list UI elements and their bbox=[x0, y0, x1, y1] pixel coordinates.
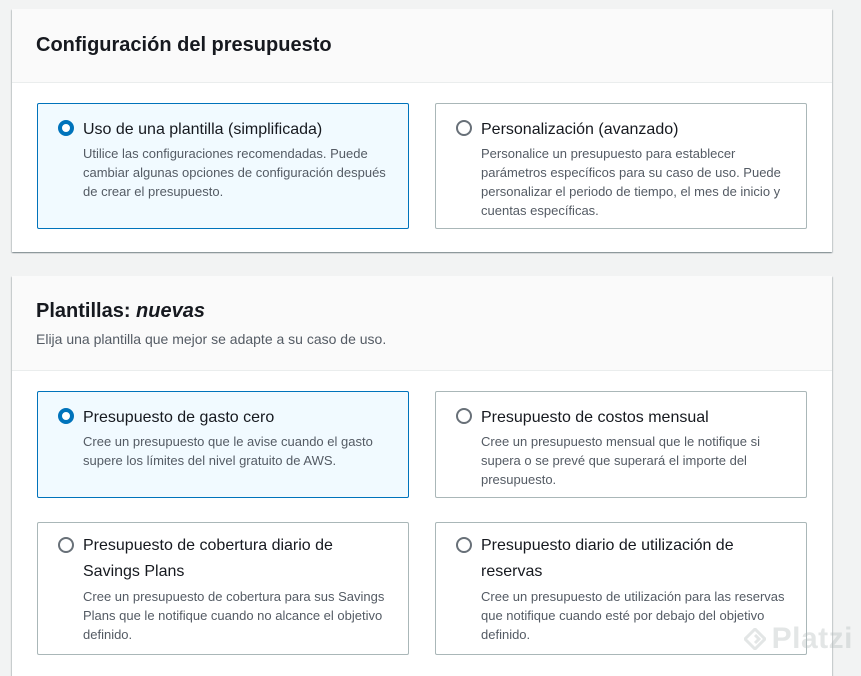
savings-plans-radio[interactable] bbox=[58, 537, 74, 553]
template-radio-selected[interactable] bbox=[58, 120, 74, 136]
template-reservations-title: Presupuesto diario de utilización de res… bbox=[481, 537, 734, 580]
templates-title-emphasis: nuevas bbox=[136, 300, 205, 322]
option-template-tile[interactable]: Uso de una plantilla (simplificada) Util… bbox=[37, 103, 409, 229]
template-zero-spend-description: Cree un presupuesto que le avise cuando … bbox=[83, 434, 373, 468]
reservations-radio[interactable] bbox=[456, 537, 472, 553]
template-monthly-cost-tile[interactable]: Presupuesto de costos mensual Cree un pr… bbox=[435, 391, 807, 498]
template-monthly-cost-description: Cree un presupuesto mensual que le notif… bbox=[481, 434, 760, 487]
option-template-title: Uso de una plantilla (simplificada) bbox=[83, 121, 323, 138]
option-custom-description: Personalice un presupuesto para establec… bbox=[481, 146, 781, 218]
monthly-cost-radio[interactable] bbox=[456, 408, 472, 424]
option-custom-tile[interactable]: Personalización (avanzado) Personalice u… bbox=[435, 103, 807, 229]
templates-title: Plantillas: nuevas bbox=[36, 298, 808, 324]
template-savings-plans-tile[interactable]: Presupuesto de cobertura diario de Savin… bbox=[37, 522, 409, 655]
option-custom-title: Personalización (avanzado) bbox=[481, 121, 679, 138]
template-savings-plans-description: Cree un presupuesto de cobertura para su… bbox=[83, 589, 385, 642]
template-savings-plans-title: Presupuesto de cobertura diario de Savin… bbox=[83, 537, 333, 580]
template-zero-spend-title: Presupuesto de gasto cero bbox=[83, 409, 275, 426]
templates-panel: Plantillas: nuevas Elija una plantilla q… bbox=[12, 276, 832, 676]
templates-description: Elija una plantilla que mejor se adapte … bbox=[36, 331, 387, 347]
platzi-logo-icon bbox=[742, 626, 767, 652]
template-zero-spend-tile[interactable]: Presupuesto de gasto cero Cree un presup… bbox=[37, 391, 409, 498]
budget-setup-header: Configuración del presupuesto bbox=[12, 9, 832, 83]
templates-title-text: Plantillas: bbox=[36, 300, 137, 322]
templates-header: Plantillas: nuevas Elija una plantilla q… bbox=[12, 276, 832, 371]
watermark-text: Platzi bbox=[771, 622, 853, 655]
budget-setup-panel: Configuración del presupuesto Uso de una… bbox=[12, 9, 832, 252]
template-monthly-cost-title: Presupuesto de costos mensual bbox=[481, 409, 709, 426]
budget-setup-title: Configuración del presupuesto bbox=[36, 34, 332, 56]
platzi-watermark: Platzi bbox=[742, 622, 853, 656]
custom-radio[interactable] bbox=[456, 120, 472, 136]
option-template-description: Utilice las configuraciones recomendadas… bbox=[83, 146, 386, 199]
zero-spend-radio-selected[interactable] bbox=[58, 408, 74, 424]
